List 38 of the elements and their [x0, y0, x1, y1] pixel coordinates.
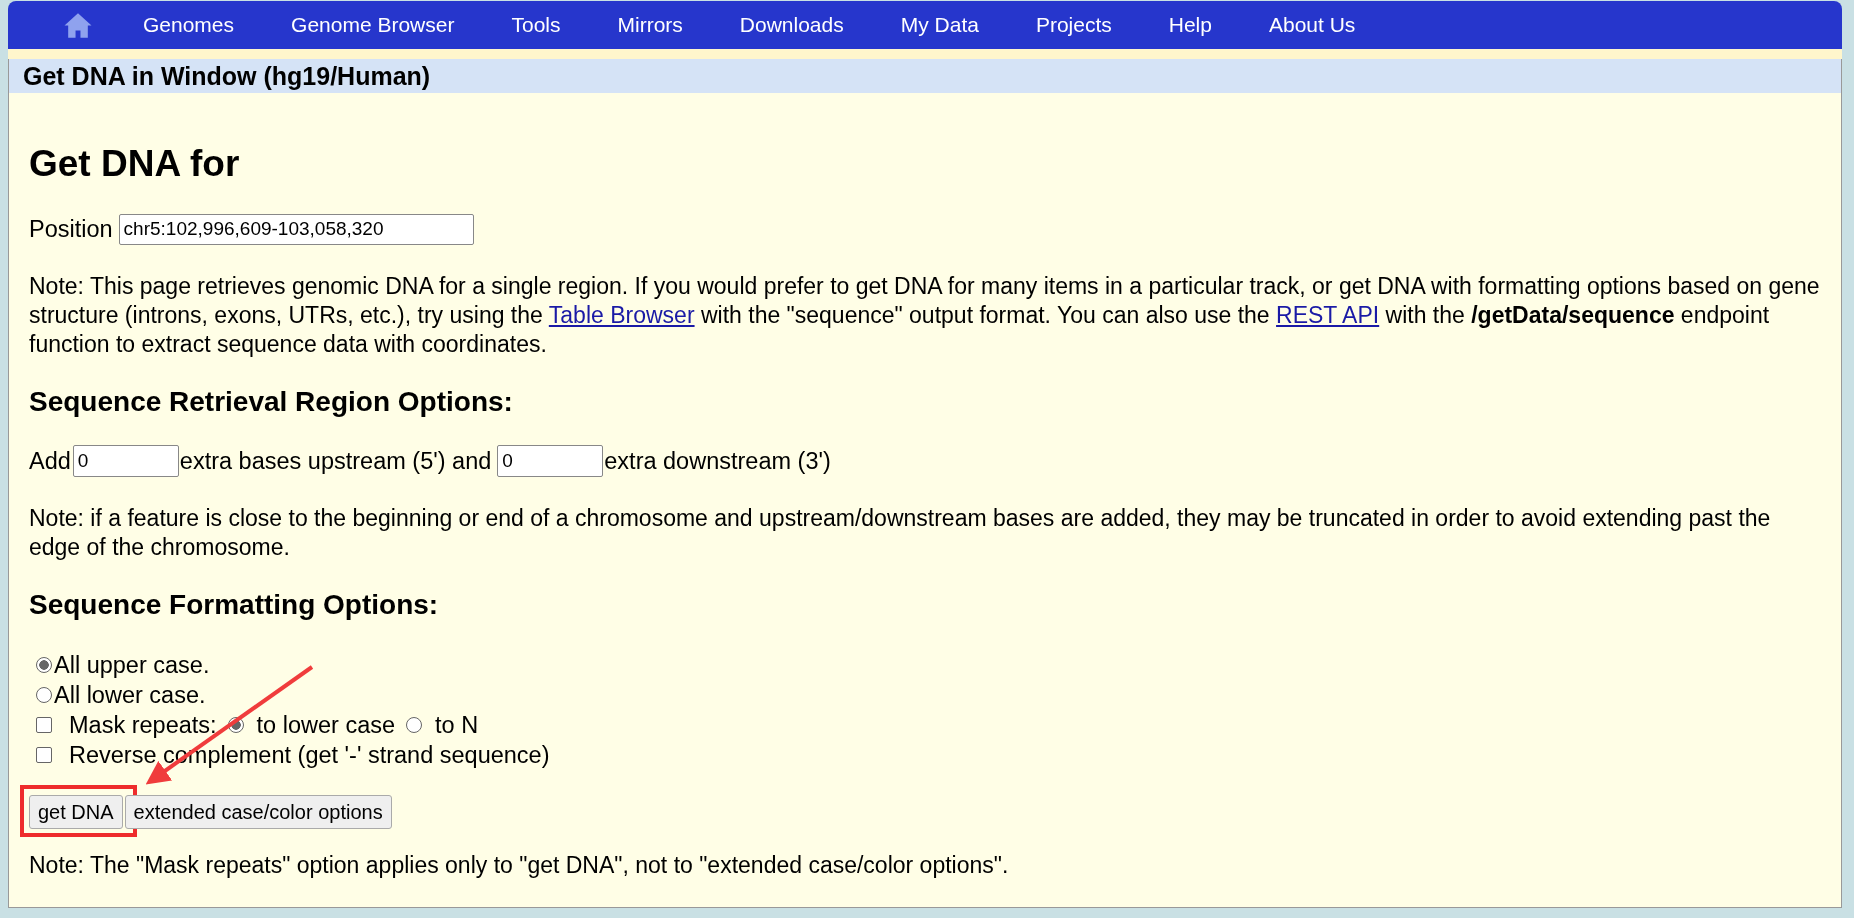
- link[interactable]: REST API: [1276, 302, 1380, 328]
- nav-link[interactable]: Downloads: [739, 13, 844, 37]
- action-button[interactable]: get DNA: [29, 795, 123, 829]
- page-title: Get DNA in Window (hg19/Human): [9, 59, 1841, 93]
- field-label: Add: [29, 447, 71, 475]
- position-field[interactable]: chr5:102,996,609-103,058,320: [118, 213, 474, 245]
- nav-link[interactable]: Mirrors: [617, 13, 683, 37]
- note-text: Note: if a feature is close to the beginning or end of a chromosome and upstream/downstream bases are added, they may be truncated in order to avoid extending past the edge of the chromosome.: [29, 504, 1772, 562]
- radio-button[interactable]: [406, 717, 423, 733]
- radio-button[interactable]: [36, 657, 52, 673]
- link[interactable]: Table Browser: [548, 302, 695, 328]
- option-label: to lower case: [256, 711, 396, 739]
- option-label: All upper case.: [54, 651, 210, 679]
- checkbox[interactable]: [36, 747, 52, 763]
- option-label: Mask repeats:: [69, 711, 217, 739]
- field-label: Position: [29, 215, 113, 243]
- option-label: to N: [435, 711, 479, 739]
- field-label: extra bases upstream (5') and: [179, 447, 492, 475]
- note-text: Note: This page retrieves genomic DNA for a single region. If you would prefer to get DNA for many items in a particular track, or get DNA with formatting options based on gene structure (introns, exons, UTRs, etc.), try using the Table Browser with the "sequence" output format. You can also use the REST API with the /getData/sequence endpoint function to extract sequence data with coordinates.: [29, 272, 1821, 359]
- option-label: All lower case.: [54, 681, 206, 709]
- home-icon[interactable]: [63, 11, 93, 39]
- nav-link[interactable]: Tools: [511, 13, 561, 37]
- upstream-field[interactable]: 0: [72, 445, 179, 477]
- nav-link[interactable]: My Data: [900, 13, 979, 37]
- radio-button[interactable]: [36, 687, 52, 703]
- nav-link[interactable]: Help: [1168, 13, 1212, 37]
- checkbox[interactable]: [36, 717, 52, 733]
- nav-link[interactable]: Projects: [1035, 13, 1112, 37]
- downstream-field[interactable]: 0: [497, 445, 604, 477]
- section-heading: Sequence Formatting Options:: [29, 589, 440, 621]
- section-heading: Get DNA for: [29, 142, 241, 186]
- nav-link[interactable]: About Us: [1268, 13, 1356, 37]
- note-text: Note: The "Mask repeats" option applies only to "get DNA", not to "extended case/color options".: [29, 851, 1010, 880]
- nav-link[interactable]: Genome Browser: [291, 13, 455, 37]
- field-label: extra downstream (3'): [604, 447, 831, 475]
- action-button[interactable]: extended case/color options: [124, 795, 392, 829]
- nav-link[interactable]: Genomes: [143, 13, 235, 37]
- section-heading: Sequence Retrieval Region Options:: [29, 386, 514, 418]
